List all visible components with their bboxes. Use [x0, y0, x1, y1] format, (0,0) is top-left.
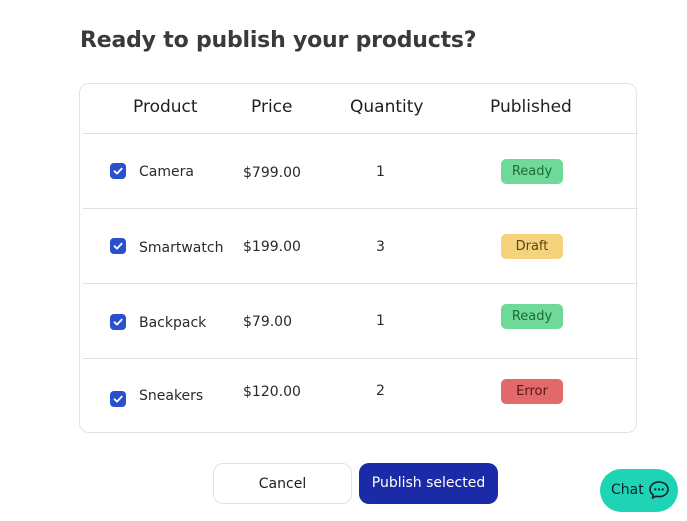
page-title: Ready to publish your products?	[80, 28, 477, 53]
chat-button[interactable]: Chat	[600, 469, 678, 512]
row-checkbox-backpack[interactable]	[110, 314, 126, 330]
product-quantity: 1	[376, 313, 385, 329]
column-header-quantity: Quantity	[350, 97, 424, 117]
product-price: $120.00	[243, 384, 301, 400]
publish-dialog: Ready to publish your products? Product …	[0, 0, 687, 521]
checkmark-icon	[113, 318, 123, 326]
chat-label: Chat	[611, 482, 644, 498]
product-name: Sneakers	[139, 388, 204, 404]
checkmark-icon	[113, 395, 123, 403]
row-checkbox-smartwatch[interactable]	[110, 238, 126, 254]
column-header-price: Price	[251, 97, 293, 117]
product-quantity: 1	[376, 164, 385, 180]
column-header-product: Product	[133, 97, 198, 117]
row-checkbox-camera[interactable]	[110, 163, 126, 179]
status-badge-error: Error	[501, 379, 563, 404]
product-price: $79.00	[243, 314, 292, 330]
row-checkbox-sneakers[interactable]	[110, 391, 126, 407]
checkmark-icon	[113, 167, 123, 175]
divider	[83, 133, 638, 134]
status-badge-ready: Ready	[501, 304, 563, 329]
row-divider	[83, 358, 638, 359]
status-badge-ready: Ready	[501, 159, 563, 184]
product-name: Smartwatch	[139, 240, 224, 256]
row-divider	[83, 283, 638, 284]
chat-bubble-icon	[649, 481, 669, 499]
product-name: Backpack	[139, 315, 207, 331]
publish-selected-button[interactable]: Publish selected	[359, 463, 498, 504]
product-quantity: 3	[376, 239, 385, 255]
row-divider	[83, 208, 638, 209]
status-badge-draft: Draft	[501, 234, 563, 259]
product-price: $799.00	[243, 165, 301, 181]
cancel-button[interactable]: Cancel	[213, 463, 352, 504]
product-price: $199.00	[243, 239, 301, 255]
product-quantity: 2	[376, 383, 385, 399]
column-header-published: Published	[490, 97, 572, 117]
product-name: Camera	[139, 164, 194, 180]
checkmark-icon	[113, 242, 123, 250]
